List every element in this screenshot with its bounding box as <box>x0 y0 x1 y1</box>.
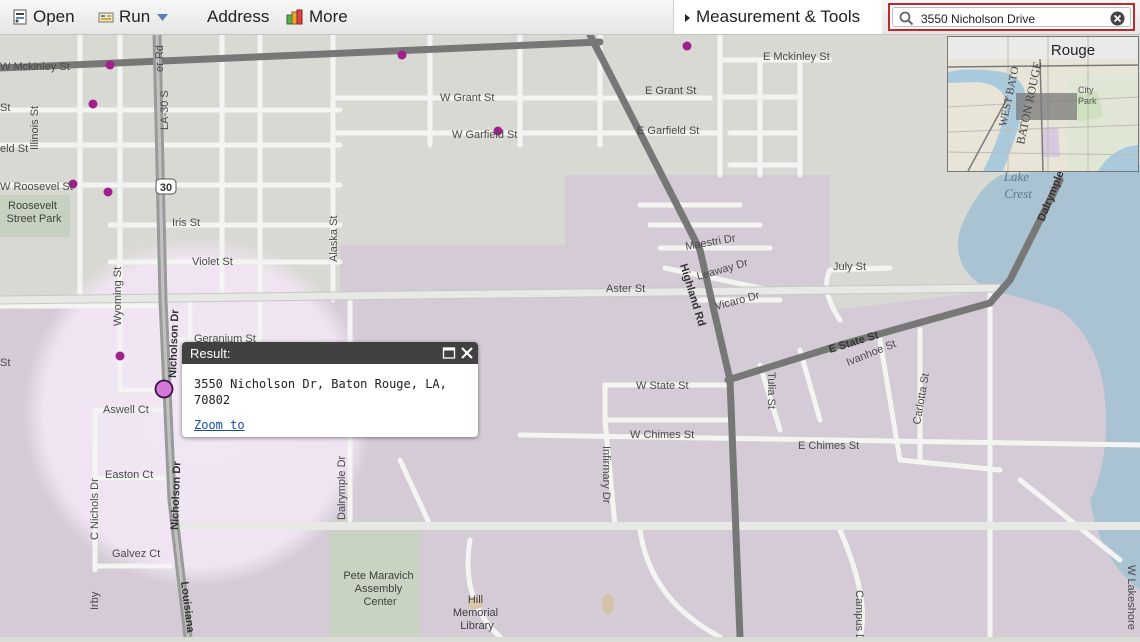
search-box <box>888 3 1135 31</box>
label-dalrymple: Dalrymple Dr <box>336 455 348 520</box>
popup-address: 3550 Nicholson Dr, Baton Rouge, LA, 7080… <box>194 377 447 407</box>
label-w-garfield: W Garfield St <box>452 129 517 141</box>
open-label: Open <box>33 7 75 26</box>
label-aster: Aster St <box>606 283 645 295</box>
popup-body: 3550 Nicholson Dr, Baton Rouge, LA, 7080… <box>182 364 478 433</box>
chevron-down-icon <box>157 7 169 27</box>
label-iris: Iris St <box>172 217 200 229</box>
open-button[interactable]: Open <box>12 0 75 34</box>
poi-dot <box>682 41 692 51</box>
search-field-frame <box>892 7 1131 28</box>
highway-shield-label: 30 <box>160 182 172 194</box>
label-alaska: Alaska St <box>328 216 340 262</box>
address-button[interactable]: Address <box>207 0 269 34</box>
overview-label-rouge: Rouge <box>1051 42 1095 59</box>
label-c-nichols: C Nichols Dr <box>89 478 101 540</box>
poi-dot <box>88 99 98 109</box>
close-icon[interactable] <box>459 345 475 361</box>
label-w-grant: W Grant St <box>440 92 494 104</box>
run-label: Run <box>119 7 151 26</box>
popup-header: Result: <box>182 342 478 364</box>
result-location-marker <box>154 379 174 399</box>
overview-map-svg: Rouge City Park WEST BATO BATON ROUGE <box>948 37 1138 171</box>
label-e-chimes: E Chimes St <box>798 440 859 452</box>
caret-right-icon <box>685 7 690 27</box>
label-roosevelt-park: Roosevelt Street Park <box>6 200 62 225</box>
overview-label-city-park: City Park <box>1078 85 1097 106</box>
label-illinois: Illinois St <box>29 106 41 150</box>
more-label: More <box>309 7 348 26</box>
label-nicholson-lower: Nicholson Dr <box>169 461 183 531</box>
more-button[interactable]: More <box>286 0 348 34</box>
measurement-tools-button[interactable]: Measurement & Tools <box>673 0 882 34</box>
label-wyoming: Wyoming St <box>112 267 124 326</box>
label-w-roosevelt: W Roosevel St <box>0 181 73 193</box>
label-st-left: St <box>0 102 10 114</box>
poi-dot <box>103 187 113 197</box>
label-w-mckinley: W Mckinley St <box>0 61 70 73</box>
poi-dot <box>105 60 115 70</box>
label-er-rd: er Rd <box>154 45 166 72</box>
overview-map[interactable]: Rouge City Park WEST BATO BATON ROUGE <box>947 36 1139 172</box>
label-galvez: Galvez Ct <box>112 548 160 560</box>
result-popup: Result: 3550 Nicholson Dr, Baton Rouge, … <box>182 342 478 437</box>
measurement-tools-label: Measurement & Tools <box>696 7 861 26</box>
label-eld-st: eld St <box>0 143 28 155</box>
poi-dot <box>397 50 407 60</box>
highway-shield-30: 30 <box>155 178 177 195</box>
label-infirmary: Infirmary Dr <box>600 446 612 504</box>
label-e-garfield: E Garfield St <box>637 125 699 137</box>
poi-dot <box>115 351 125 361</box>
label-tulia: Tulia St <box>765 372 777 409</box>
label-w-lakeshore: W Lakeshore <box>1125 565 1137 630</box>
label-july: July St <box>833 261 866 273</box>
run-icon <box>98 9 114 25</box>
popup-title: Result: <box>190 346 231 361</box>
more-icon <box>286 9 304 25</box>
label-aswell: Aswell Ct <box>103 404 149 416</box>
poi-fountain <box>602 594 614 614</box>
label-st-left-2: St <box>0 357 10 369</box>
label-w-state: W State St <box>636 380 689 392</box>
label-irby: Irby <box>89 591 101 610</box>
label-nicholson-upper: Nicholson Dr <box>167 309 181 379</box>
label-e-grant: E Grant St <box>645 85 696 97</box>
address-label: Address <box>207 7 270 26</box>
clear-search-icon[interactable] <box>1110 11 1125 31</box>
label-campus: Campus Dr <box>853 590 865 637</box>
search-input[interactable] <box>921 10 1101 28</box>
label-w-chimes: W Chimes St <box>630 429 694 441</box>
zoom-to-link[interactable]: Zoom to <box>194 417 245 433</box>
label-e-mckinley: E Mckinley St <box>763 51 830 63</box>
label-la30s: LA-30 S <box>159 90 171 130</box>
maximize-icon[interactable] <box>442 346 456 360</box>
search-icon <box>899 11 914 31</box>
open-icon <box>12 9 28 25</box>
label-easton: Easton Ct <box>105 469 153 481</box>
label-violet: Violet St <box>192 256 233 268</box>
run-button[interactable]: Run <box>98 0 169 34</box>
